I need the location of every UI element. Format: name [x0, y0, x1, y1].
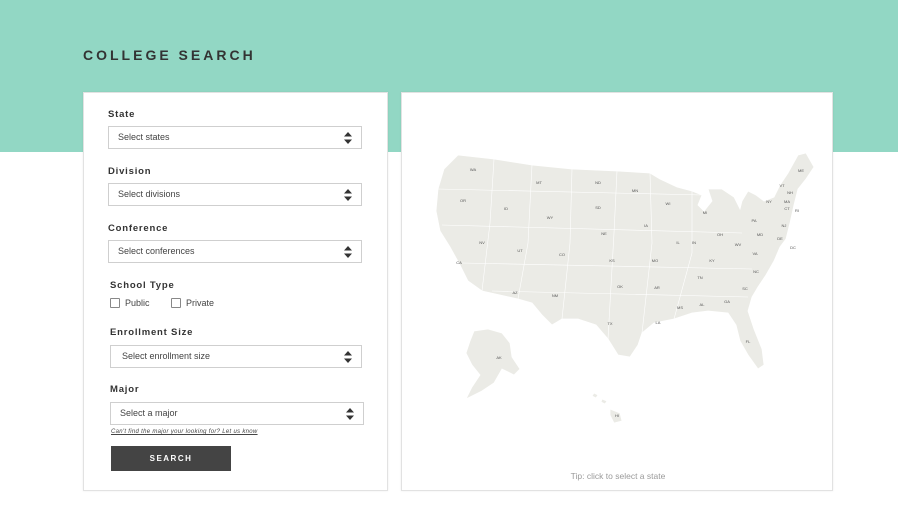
state-label-ak[interactable]: AK [496, 355, 502, 360]
state-label-or[interactable]: OR [460, 198, 466, 203]
state-label-ut[interactable]: UT [517, 248, 523, 253]
map-tip: Tip: click to select a state [570, 471, 666, 481]
state-label-co[interactable]: CO [559, 252, 565, 257]
state-label-md[interactable]: MD [757, 232, 763, 237]
state-label-nh[interactable]: NH [787, 190, 793, 195]
page-title: COLLEGE SEARCH [83, 47, 256, 63]
state-label-tn[interactable]: TN [697, 275, 702, 280]
major-select-value: Select a major [120, 408, 178, 418]
state-label-fl[interactable]: FL [746, 339, 751, 344]
state-label-pa[interactable]: PA [751, 218, 756, 223]
state-label-ar[interactable]: AR [654, 285, 660, 290]
state-label-wa[interactable]: WA [470, 167, 477, 172]
state-label-hi[interactable]: HI [615, 413, 619, 418]
state-label-al[interactable]: AL [700, 302, 706, 307]
state-label-mo[interactable]: MO [652, 258, 658, 263]
conference-select-value: Select conferences [118, 246, 195, 256]
division-select-value: Select divisions [118, 189, 181, 199]
updown-arrows-icon [344, 351, 352, 363]
state-label-mn[interactable]: MN [632, 188, 638, 193]
division-select[interactable]: Select divisions [108, 183, 362, 206]
major-label: Major [110, 384, 140, 395]
enrollment-select[interactable]: Select enrollment size [110, 345, 362, 368]
missing-major-link[interactable]: Can't find the major your looking for? L… [111, 429, 258, 435]
state-label-nm[interactable]: NM [552, 293, 558, 298]
state-label-ok[interactable]: OK [617, 284, 623, 289]
state-select[interactable]: Select states [108, 126, 362, 149]
state-label-dc[interactable]: DC [790, 245, 796, 250]
public-checkbox[interactable] [110, 298, 120, 308]
state-label-sc[interactable]: SC [742, 286, 748, 291]
state-label-oh[interactable]: OH [717, 232, 723, 237]
hawaii-shape[interactable] [591, 392, 623, 424]
search-button[interactable]: SEARCH [111, 446, 231, 471]
state-label-ma[interactable]: MA [784, 199, 790, 204]
state-label-tx[interactable]: TX [607, 321, 612, 326]
private-checkbox[interactable] [171, 298, 181, 308]
school-type-label: School Type [110, 280, 175, 291]
state-label-nj[interactable]: NJ [782, 223, 787, 228]
conference-select[interactable]: Select conferences [108, 240, 362, 263]
state-label-ne[interactable]: NE [601, 231, 607, 236]
state-label-nc[interactable]: NC [753, 269, 759, 274]
state-label-vt[interactable]: VT [779, 183, 785, 188]
state-label-ny[interactable]: NY [766, 199, 772, 204]
state-label-ca[interactable]: CA [456, 260, 462, 265]
state-label-nd[interactable]: ND [595, 180, 601, 185]
state-label-id[interactable]: ID [504, 206, 508, 211]
us-map[interactable]: WA MT ND MN ME OR ID SD WI VTNH MI NY MA CT RI WY IA PA NJ… [402, 93, 832, 490]
state-label-sd[interactable]: SD [595, 205, 601, 210]
public-checkbox-row[interactable]: Public [110, 298, 150, 308]
updown-arrows-icon [344, 246, 352, 258]
public-checkbox-label: Public [125, 298, 150, 308]
state-label-wv[interactable]: WV [735, 242, 742, 247]
state-label-ks[interactable]: KS [609, 258, 615, 263]
major-select[interactable]: Select a major [110, 402, 364, 425]
state-label-ms[interactable]: MS [677, 305, 683, 310]
updown-arrows-icon [344, 189, 352, 201]
state-select-value: Select states [118, 132, 170, 142]
enrollment-label: Enrollment Size [110, 327, 194, 338]
division-label: Division [108, 166, 152, 177]
state-label-la[interactable]: LA [656, 320, 661, 325]
state-label-nv[interactable]: NV [479, 240, 485, 245]
state-label-mi[interactable]: MI [703, 210, 707, 215]
state-label-mt[interactable]: MT [536, 180, 542, 185]
private-checkbox-row[interactable]: Private [171, 298, 214, 308]
updown-arrows-icon [344, 132, 352, 144]
state-label-wy[interactable]: WY [547, 215, 554, 220]
state-label-ga[interactable]: GA [724, 299, 730, 304]
state-label-az[interactable]: AZ [512, 290, 518, 295]
private-checkbox-label: Private [186, 298, 215, 308]
state-label-ky[interactable]: KY [709, 258, 715, 263]
updown-arrows-icon [346, 408, 354, 420]
state-label-wi[interactable]: WI [666, 201, 671, 206]
state-label-in[interactable]: IN [692, 240, 696, 245]
state-label-me[interactable]: ME [798, 168, 804, 173]
state-label-va[interactable]: VA [752, 251, 757, 256]
enrollment-select-value: Select enrollment size [122, 351, 211, 361]
map-panel: WA MT ND MN ME OR ID SD WI VT NH MI NY MA CT RI WY IA PA NJ… [401, 92, 833, 491]
alaska-shape[interactable] [465, 328, 521, 400]
state-label-ia[interactable]: IA [644, 223, 648, 228]
state-label-ct[interactable]: CT [784, 206, 790, 211]
filter-panel: State Select states Division Select divi… [83, 92, 388, 491]
conference-label: Conference [108, 223, 169, 234]
state-label: State [108, 109, 136, 120]
state-label-ri[interactable]: RI [795, 208, 799, 213]
state-label-de[interactable]: DE [777, 236, 783, 241]
